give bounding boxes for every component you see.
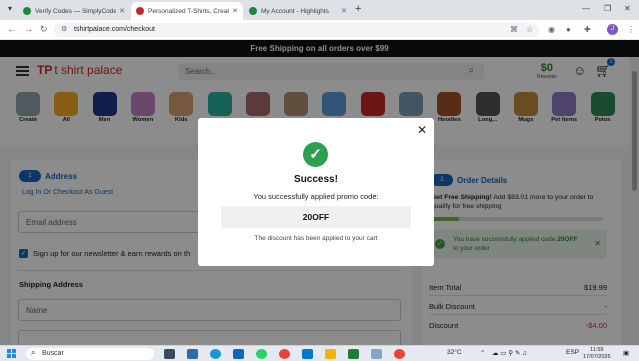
- promo-code-box: 20OFF: [221, 206, 411, 228]
- tab-close-icon[interactable]: ✕: [232, 7, 238, 15]
- maximize-icon[interactable]: ❐: [604, 4, 611, 13]
- clock-date: 17/07/2025: [583, 354, 611, 360]
- address-bar[interactable]: ⚙ tshirtpalace.com/checkout: [54, 23, 539, 37]
- extension-icon[interactable]: ●: [566, 25, 571, 34]
- success-check-icon: ✓: [303, 142, 328, 167]
- browser-menu-icon[interactable]: ⋮: [627, 25, 635, 34]
- back-icon[interactable]: ←: [7, 24, 16, 34]
- tab-close-icon[interactable]: ✕: [119, 7, 125, 15]
- bookmark-star-icon[interactable]: ☆: [526, 25, 533, 34]
- taskbar-search[interactable]: ⌕ Buscar: [26, 348, 154, 360]
- taskbar-clock[interactable]: 11:59 17/07/2025: [583, 347, 611, 361]
- tray-icons[interactable]: ☁ ▭ ⚲ ✎ ♫: [492, 349, 527, 357]
- search-icon: ⌕: [31, 348, 36, 357]
- tab-favicon-icon: [23, 7, 31, 15]
- modal-close-icon[interactable]: ✕: [417, 123, 427, 137]
- tab-title: Personalized T-Shirts, Create O...: [148, 7, 229, 15]
- modal-note: The discount has been applied to your ca…: [254, 235, 378, 242]
- tab-title: My Account - Highlights: [261, 7, 329, 15]
- reload-icon[interactable]: ↻: [40, 24, 48, 35]
- extension-icon[interactable]: ◉: [548, 25, 555, 34]
- edge-icon[interactable]: [210, 349, 221, 359]
- windows-start-icon[interactable]: [7, 349, 17, 359]
- site-info-icon[interactable]: ⚙: [61, 25, 67, 33]
- store-icon[interactable]: [187, 349, 198, 359]
- translate-icon[interactable]: ⌘: [510, 25, 518, 34]
- tab-favicon-icon: [136, 7, 144, 15]
- minimize-icon[interactable]: —: [582, 4, 590, 13]
- tab-favicon-icon: [249, 7, 257, 15]
- file-explorer-icon[interactable]: [325, 349, 336, 359]
- tab-my-account[interactable]: My Account - Highlights ✕: [244, 2, 352, 20]
- weather-text[interactable]: 32°C: [447, 349, 462, 356]
- tab-search-icon[interactable]: ▾: [4, 4, 16, 16]
- forward-icon[interactable]: →: [24, 24, 33, 34]
- chrome-icon[interactable]: [279, 349, 290, 359]
- task-view-icon[interactable]: [164, 349, 175, 359]
- modal-heading: Success!: [294, 174, 338, 185]
- tab-title: Verify Codes — SimplyCodes: [35, 7, 117, 15]
- tab-strip: ▾ Verify Codes — SimplyCodes ✕ Personali…: [0, 0, 639, 20]
- profile-avatar[interactable]: J: [607, 24, 618, 35]
- promo-success-modal: ✕ ✓ Success! You successfully applied pr…: [198, 118, 434, 266]
- tray-chevron-icon[interactable]: ⌃: [480, 349, 485, 357]
- tab-verify-codes[interactable]: Verify Codes — SimplyCodes ✕: [18, 2, 130, 20]
- tab-personalized-tshirts[interactable]: Personalized T-Shirts, Create O... ✕: [131, 2, 243, 20]
- chrome-profile-icon[interactable]: [394, 349, 405, 359]
- notifications-icon[interactable]: ▣: [623, 349, 629, 357]
- language-indicator[interactable]: ESP: [566, 349, 579, 356]
- close-window-icon[interactable]: ✕: [624, 4, 631, 13]
- new-tab-button[interactable]: +: [355, 3, 361, 15]
- browser-toolbar: ← → ↻ ⚙ tshirtpalace.com/checkout ⌘ ☆ ◉ …: [0, 20, 639, 40]
- modal-message: You successfully applied promo code:: [253, 192, 379, 201]
- whatsapp-icon[interactable]: [256, 349, 267, 359]
- excel-icon[interactable]: [348, 349, 359, 359]
- url-text: tshirtpalace.com/checkout: [74, 26, 155, 33]
- outlook-icon[interactable]: [302, 349, 313, 359]
- mail-icon[interactable]: [233, 349, 244, 359]
- taskbar-search-text: Buscar: [42, 350, 64, 357]
- tab-close-icon[interactable]: ✕: [341, 7, 347, 15]
- app-icon[interactable]: [371, 349, 382, 359]
- clock-time: 11:59: [590, 347, 604, 353]
- extensions-puzzle-icon[interactable]: ✚: [584, 25, 591, 34]
- windows-taskbar: ⌕ Buscar 32°C ⌃ ☁ ▭ ⚲ ✎ ♫ ESP 11:59 17/0…: [0, 345, 639, 361]
